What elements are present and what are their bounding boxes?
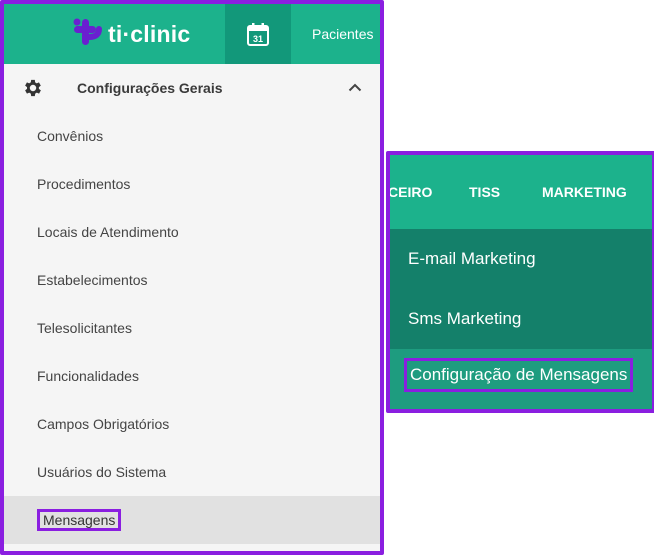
calendar-day: 31 — [253, 34, 263, 44]
marketing-dropdown: E-mail Marketing Sms Marketing Configura… — [390, 229, 652, 409]
tab-tiss[interactable]: TISS — [469, 155, 500, 229]
menu-item-label: Procedimentos — [37, 176, 131, 192]
menu-item-campos-obrigatorios[interactable]: Campos Obrigatórios — [4, 400, 380, 448]
top-navbar: ti·clinic 31 Pacientes — [4, 4, 380, 64]
menu-item-telesolicitantes[interactable]: Telesolicitantes — [4, 304, 380, 352]
marketing-menu-panel: CEIRO TISS MARKETING E-mail Marketing Sm… — [386, 151, 654, 413]
menu-item-usuarios-do-sistema[interactable]: Usuários do Sistema — [4, 448, 380, 496]
dropdown-item-sms-marketing[interactable]: Sms Marketing — [390, 289, 652, 349]
menu-item-label: Campos Obrigatórios — [37, 416, 170, 432]
menu-item-locais-de-atendimento[interactable]: Locais de Atendimento — [4, 208, 380, 256]
calendar-icon: 31 — [247, 23, 269, 46]
menu-item-label: Funcionalidades — [37, 368, 139, 384]
menu-item-label: Estabelecimentos — [37, 272, 148, 288]
settings-panel: ti·clinic 31 Pacientes Configurações Ger… — [0, 0, 384, 555]
dropdown-item-label: E-mail Marketing — [408, 249, 536, 268]
tab-financeiro-partial[interactable]: CEIRO — [390, 155, 432, 229]
dropdown-item-configuracao-de-mensagens[interactable]: Configuração de Mensagens — [390, 349, 652, 409]
dropdown-item-label-highlighted: Configuração de Mensagens — [404, 358, 634, 392]
nav-calendar-button[interactable]: 31 — [225, 4, 291, 64]
chevron-up-icon[interactable] — [348, 82, 362, 92]
menu-item-funcionalidades[interactable]: Funcionalidades — [4, 352, 380, 400]
section-title: Configurações Gerais — [77, 80, 223, 96]
menu-item-convenios[interactable]: Convênios — [4, 112, 380, 160]
menu-item-label: Convênios — [37, 128, 104, 144]
top-tabs: CEIRO TISS MARKETING — [390, 155, 652, 229]
brand-logo[interactable]: ti·clinic — [72, 14, 190, 54]
menu-item-label: Usuários do Sistema — [37, 464, 167, 480]
section-configuracoes-gerais[interactable]: Configurações Gerais — [4, 64, 380, 112]
menu-item-label-highlighted: Mensagens — [37, 509, 122, 531]
dropdown-item-label: Sms Marketing — [408, 309, 522, 328]
gear-icon — [25, 79, 41, 97]
tab-marketing[interactable]: MARKETING — [542, 155, 627, 229]
ticlinic-logo-icon — [73, 18, 102, 45]
menu-item-procedimentos[interactable]: Procedimentos — [4, 160, 380, 208]
menu-item-estabelecimentos[interactable]: Estabelecimentos — [4, 256, 380, 304]
menu-item-mensagens[interactable]: Mensagens — [4, 496, 380, 544]
brand-name: ti·clinic — [108, 20, 191, 47]
nav-pacientes[interactable]: Pacientes — [312, 4, 373, 64]
dropdown-item-email-marketing[interactable]: E-mail Marketing — [390, 229, 652, 289]
menu-item-label: Locais de Atendimento — [37, 224, 179, 240]
menu-item-label: Telesolicitantes — [37, 320, 132, 336]
settings-menu-list: Convênios Procedimentos Locais de Atendi… — [4, 112, 380, 544]
